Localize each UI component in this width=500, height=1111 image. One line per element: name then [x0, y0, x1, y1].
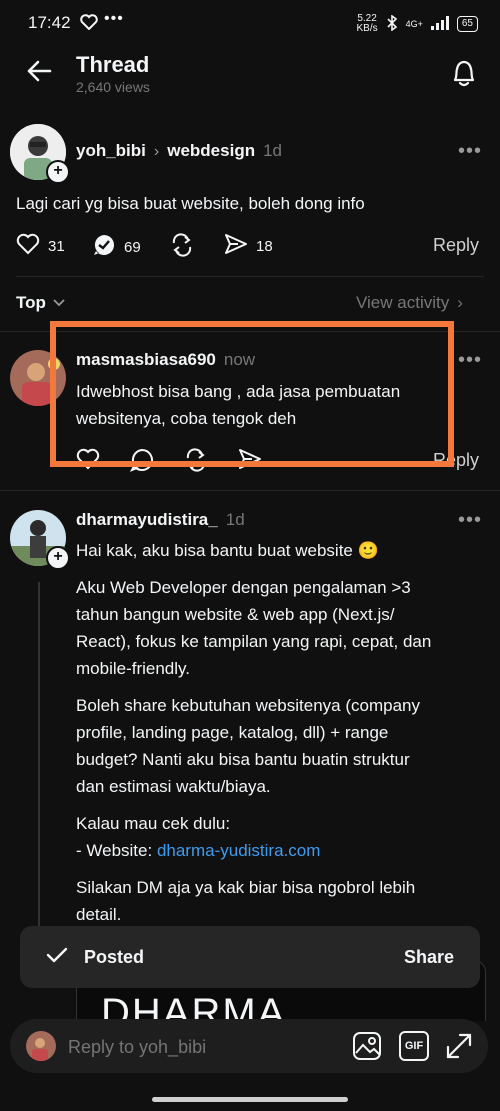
website-prefix: - Website:: [76, 841, 157, 860]
sort-label: Top: [16, 293, 46, 312]
repost-icon: [170, 233, 194, 261]
reply2-paragraph: Silakan DM aja ya kak biar bisa ngobrol …: [76, 874, 486, 928]
reply2-header: dharmayudistira_ 1d: [76, 510, 245, 530]
reply2-text-line: tahun bangun website & web app (Next.js/: [76, 605, 395, 624]
toast-label: Posted: [84, 947, 145, 967]
more-options-icon[interactable]: •••: [458, 349, 482, 372]
community-link[interactable]: webdesign: [167, 141, 255, 161]
more-options-icon[interactable]: •••: [458, 509, 482, 532]
my-avatar: [26, 1031, 56, 1061]
reply2-text-line: Kalau mau cek dulu:: [76, 814, 231, 833]
network-speed-unit: KB/s: [356, 23, 378, 34]
status-bar: 17:42 ••• 5.22 KB/s 4G+ 65: [0, 0, 500, 46]
chevron-right-icon: ›: [457, 293, 463, 312]
network-speed: 5.22 KB/s: [356, 14, 377, 34]
thread-line: [38, 582, 40, 927]
gif-button[interactable]: GIF: [399, 1031, 429, 1061]
repost-button[interactable]: [170, 233, 194, 261]
posted-toast: Posted Share: [20, 926, 480, 988]
reply2-paragraph: Hai kak, aku bisa bantu buat website 🙂: [76, 541, 379, 560]
highlight-box: [50, 321, 454, 467]
reply2-text: Hai kak, aku bisa bantu buat website 🙂 A…: [76, 537, 486, 928]
main-reply-button[interactable]: Reply: [433, 235, 479, 256]
signal-label: 4G+: [405, 19, 423, 29]
reply-bar: GIF: [10, 1019, 488, 1073]
heart-icon: [16, 233, 40, 259]
follow-plus-icon[interactable]: +: [46, 546, 70, 570]
main-post-text: Lagi cari yg bisa buat website, boleh do…: [16, 194, 365, 213]
reply2-text-line: Boleh share kebutuhan websitenya (compan…: [76, 696, 420, 715]
reply2-text-line: profile, landing page, katalog, dll) + r…: [76, 723, 389, 742]
divider: [0, 490, 500, 491]
send-icon: [224, 233, 248, 259]
reply2-text-line: dan estimasi waktu/biaya.: [76, 777, 271, 796]
comment-checked-icon: [92, 233, 116, 261]
reply2-paragraph: Kalau mau cek dulu: - Website: dharma-yu…: [76, 810, 486, 864]
chevron-right-icon: ›: [153, 143, 160, 160]
reply2-paragraph: Boleh share kebutuhan websitenya (compan…: [76, 692, 486, 800]
checkmark-icon: [46, 946, 68, 969]
status-indicators: 5.22 KB/s 4G+ 65: [356, 14, 478, 34]
sort-dropdown[interactable]: Top: [16, 293, 66, 313]
reply-input[interactable]: [66, 1031, 330, 1063]
reply2-text-line: budget? Nanti aku bisa bantu buatin stru…: [76, 750, 410, 769]
chevron-down-icon: [52, 293, 66, 313]
share-count: 18: [256, 237, 273, 255]
page-title: Thread: [76, 52, 150, 77]
reply2-text-line: Aku Web Developer dengan pengalaman >3: [76, 578, 411, 597]
comment-count: 69: [124, 238, 141, 256]
home-indicator[interactable]: [152, 1097, 348, 1102]
back-arrow-icon[interactable]: [26, 58, 52, 89]
divider: [16, 276, 484, 277]
comment-button[interactable]: 69: [92, 233, 141, 261]
heart-notification-icon: [80, 14, 98, 33]
link-preview-title: DHARMA: [101, 991, 287, 1021]
reply2-text-line: detail.: [76, 905, 122, 924]
reply2-text-line: React), fokus ke tampilan yang rapi, cep…: [76, 632, 432, 651]
view-activity-label: View activity: [356, 293, 450, 312]
share-button[interactable]: 18: [224, 233, 273, 259]
status-time: 17:42: [28, 13, 71, 32]
bluetooth-icon: [386, 13, 398, 34]
view-count: 2,640 views: [76, 79, 150, 95]
notification-bell-icon[interactable]: [450, 58, 478, 93]
reply2-text-line: mobile-friendly.: [76, 659, 191, 678]
signal-icon: [430, 15, 449, 33]
reply2-time: 1d: [225, 510, 245, 529]
battery-indicator: 65: [456, 16, 478, 32]
main-post-username[interactable]: yoh_bibi: [76, 141, 146, 161]
like-count: 31: [48, 237, 65, 255]
like-button[interactable]: 31: [16, 233, 65, 259]
website-link[interactable]: dharma-yudistira.com: [157, 841, 320, 860]
reply2-text-line: - Website: dharma-yudistira.com: [76, 837, 486, 864]
reply2-text-line: Silakan DM aja ya kak biar bisa ngobrol …: [76, 878, 416, 897]
image-icon[interactable]: [352, 1031, 382, 1066]
view-activity-link[interactable]: View activity ›: [356, 293, 463, 313]
reply2-username[interactable]: dharmayudistira_: [76, 510, 218, 530]
toast-share-button[interactable]: Share: [404, 947, 454, 968]
follow-plus-icon[interactable]: +: [46, 160, 70, 184]
reply2-paragraph: Aku Web Developer dengan pengalaman >3 t…: [76, 574, 486, 682]
expand-icon[interactable]: [444, 1031, 474, 1066]
more-notifications-icon: •••: [104, 10, 124, 27]
main-post-time: 1d: [263, 141, 283, 160]
more-options-icon[interactable]: •••: [458, 140, 482, 163]
main-post-header: yoh_bibi › webdesign 1d: [76, 141, 282, 161]
